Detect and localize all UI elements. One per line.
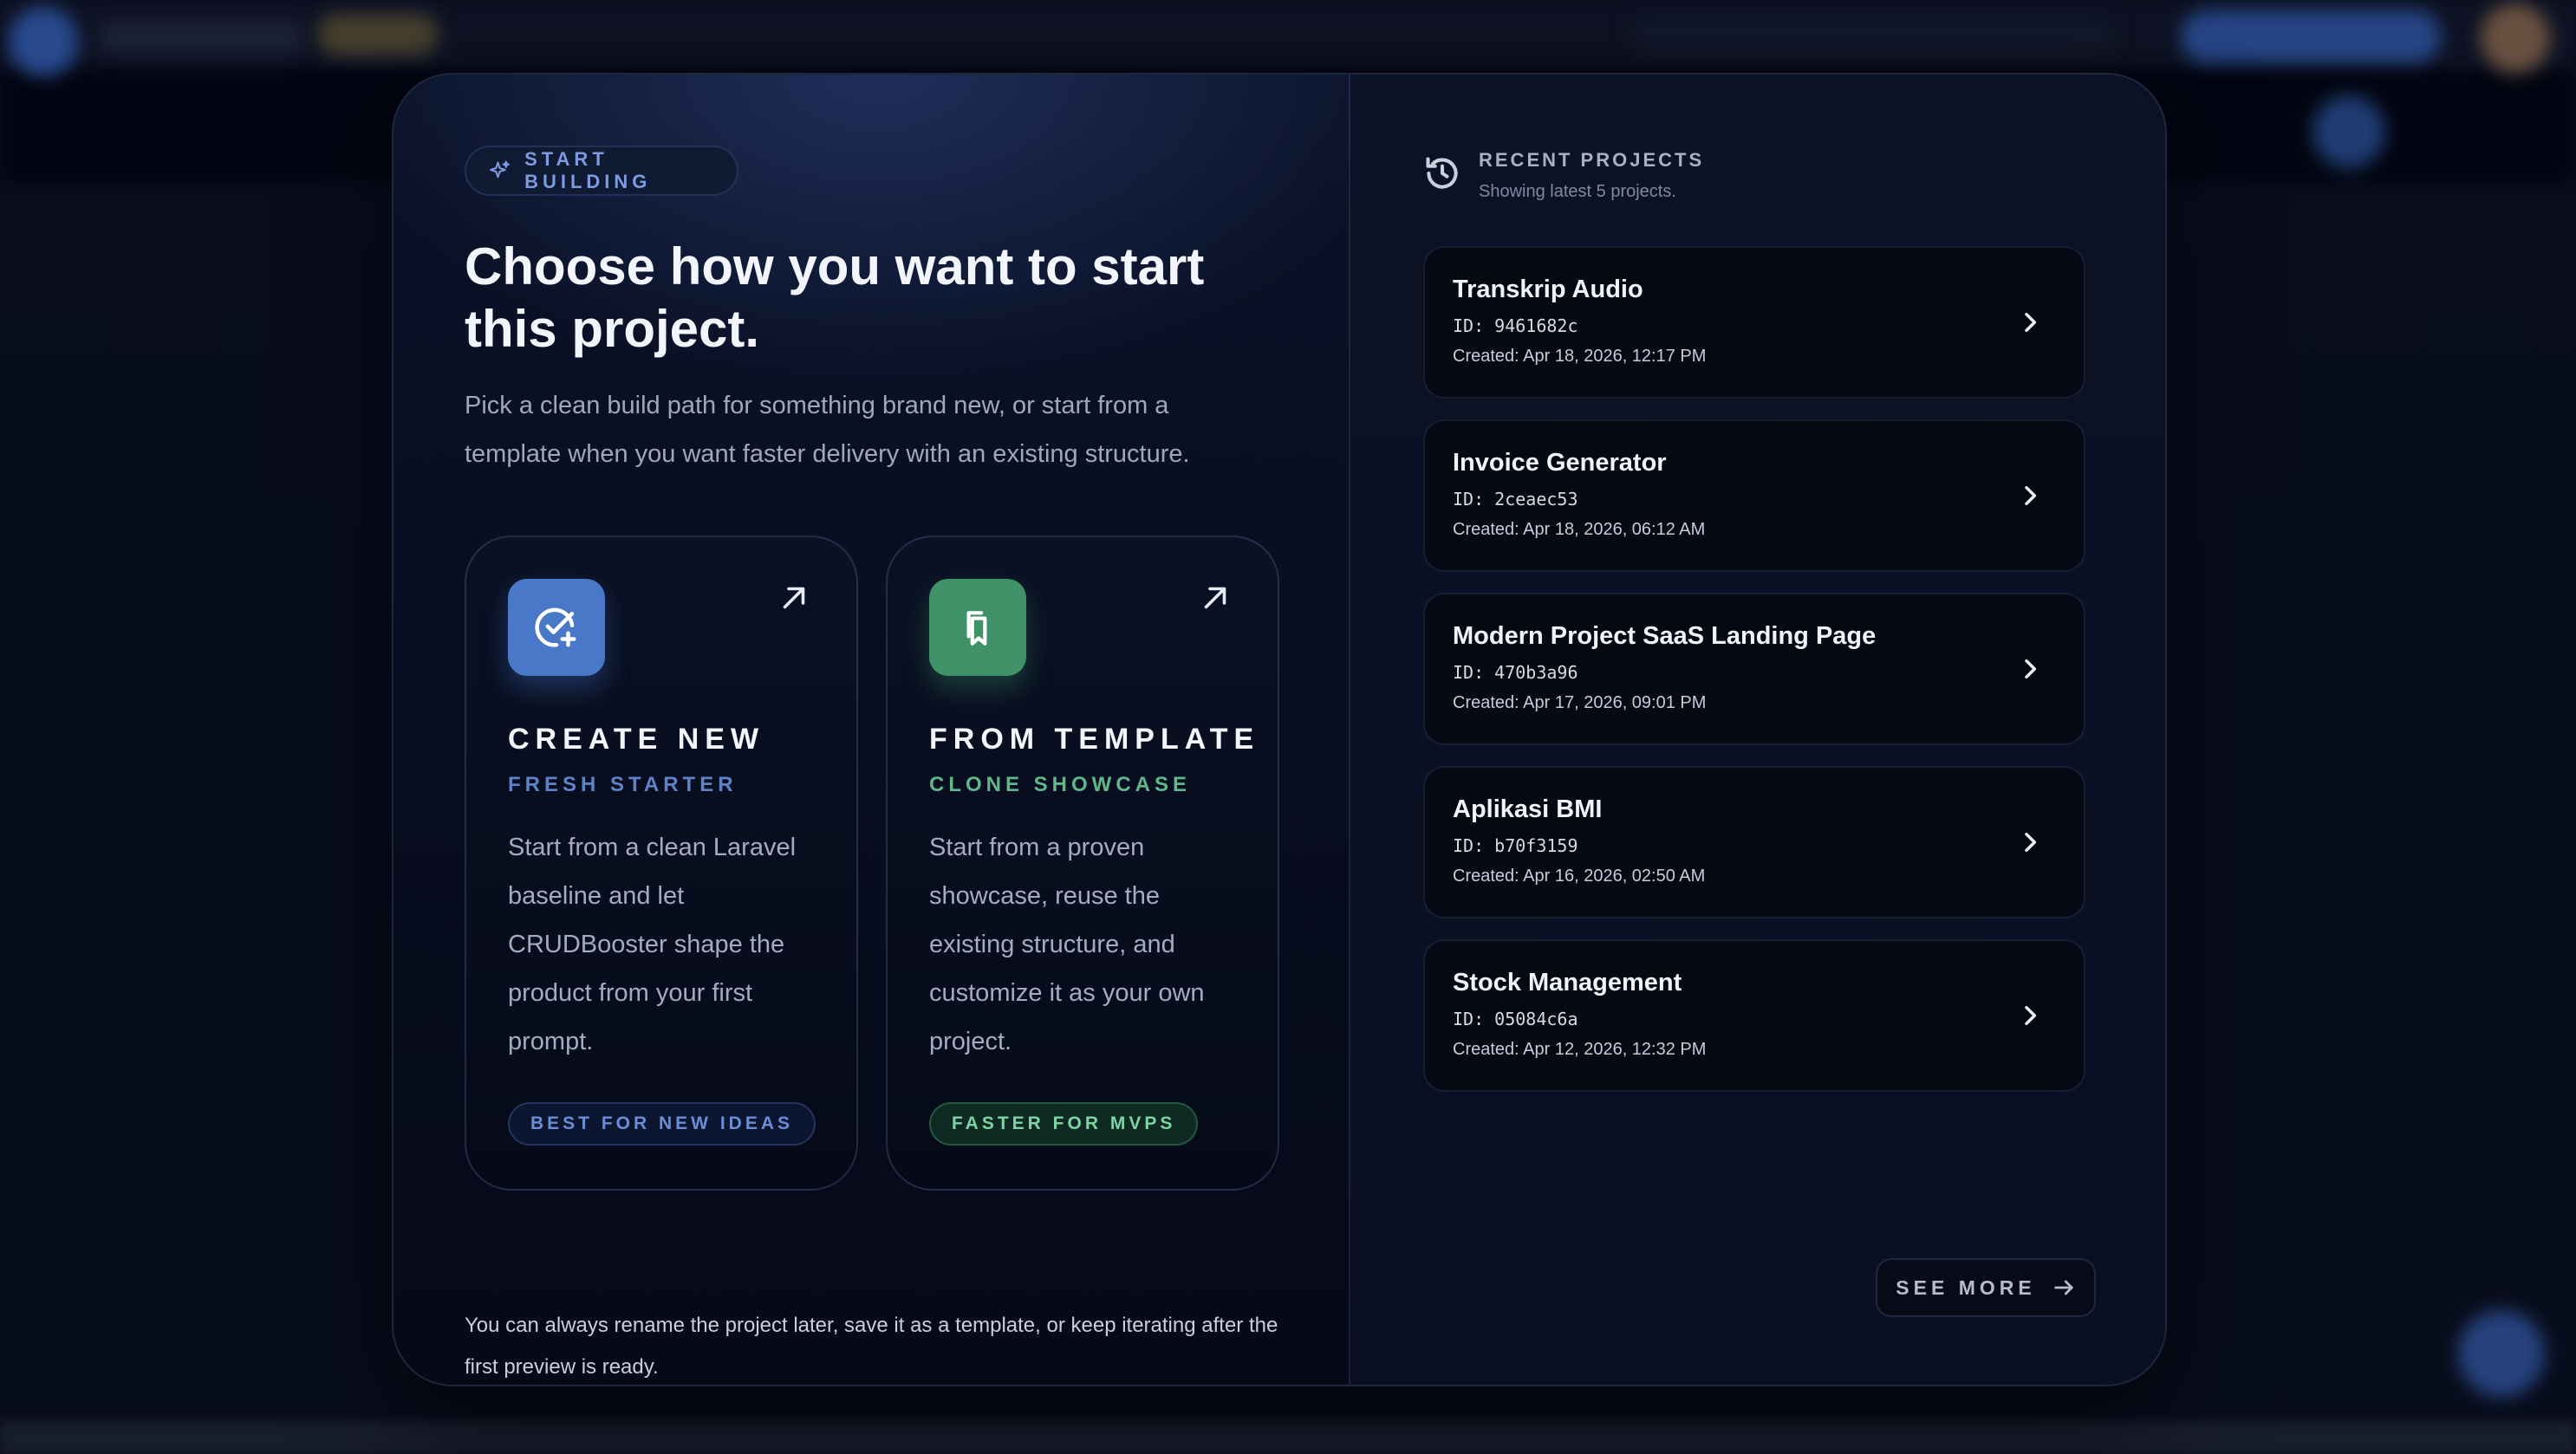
chevron-right-icon: [2025, 485, 2037, 506]
project-id: ID: 470b3a96: [1453, 662, 1578, 683]
project-id: ID: 05084c6a: [1453, 1009, 1578, 1029]
arrow-up-right-icon: [1204, 587, 1226, 609]
chevron-right-icon: [2025, 832, 2037, 853]
page-title: Choose how you want to start this projec…: [465, 237, 1205, 358]
start-options-panel: START BUILDING Choose how you want to st…: [394, 75, 1350, 1385]
project-created: Created: Apr 16, 2026, 02:50 AM: [1453, 867, 1706, 886]
project-id: ID: b70f3159: [1453, 835, 1578, 856]
start-building-badge: START BUILDING: [465, 146, 738, 196]
project-name: Invoice Generator: [1453, 449, 1667, 477]
card-tag: BEST FOR NEW IDEAS: [508, 1102, 816, 1146]
project-item[interactable]: Invoice Generator ID: 2ceaec53 Created: …: [1423, 419, 2085, 572]
project-id: ID: 9461682c: [1453, 315, 1578, 336]
chevron-right-icon: [2025, 312, 2037, 333]
new-project-modal: START BUILDING Choose how you want to st…: [392, 73, 2167, 1386]
project-created: Created: Apr 17, 2026, 09:01 PM: [1453, 693, 1707, 712]
arrow-up-right-icon: [783, 587, 805, 609]
card-subtitle: FRESH STARTER: [508, 773, 738, 796]
card-subtitle: CLONE SHOWCASE: [929, 773, 1192, 796]
footnote: You can always rename the project later,…: [465, 1314, 1278, 1379]
project-id: ID: 2ceaec53: [1453, 489, 1578, 510]
from-template-card[interactable]: FROM TEMPLATE CLONE SHOWCASE Start from …: [886, 536, 1279, 1191]
chevron-right-icon: [2025, 659, 2037, 679]
recent-projects-subtitle: Showing latest 5 projects.: [1479, 182, 1676, 201]
card-title: CREATE NEW: [508, 723, 765, 756]
project-item[interactable]: Modern Project SaaS Landing Page ID: 470…: [1423, 593, 2085, 745]
create-new-icon-tile: [508, 579, 605, 676]
sparkle-icon: [490, 160, 511, 179]
recent-projects-panel: RECENT PROJECTS Showing latest 5 project…: [1350, 75, 2165, 1385]
see-more-button[interactable]: SEE MORE: [1876, 1258, 2096, 1317]
intro-text: Pick a clean build path for something br…: [465, 392, 1190, 468]
recent-projects-title: RECENT PROJECTS: [1479, 149, 1705, 171]
project-created: Created: Apr 12, 2026, 12:32 PM: [1453, 1040, 1707, 1059]
card-description: Start from a proven showcase, reuse the …: [929, 834, 1205, 1055]
project-list: Transkrip Audio ID: 9461682c Created: Ap…: [1423, 246, 2085, 1113]
see-more-label: SEE MORE: [1896, 1275, 2036, 1299]
project-item[interactable]: Aplikasi BMI ID: b70f3159 Created: Apr 1…: [1423, 766, 2085, 918]
create-new-card[interactable]: CREATE NEW FRESH STARTER Start from a cl…: [465, 536, 858, 1191]
card-description: Start from a clean Laravel baseline and …: [508, 834, 797, 1055]
circle-check-plus-icon: [535, 607, 576, 647]
badge-label: START BUILDING: [524, 148, 652, 192]
project-item[interactable]: Transkrip Audio ID: 9461682c Created: Ap…: [1423, 246, 2085, 399]
project-name: Stock Management: [1453, 969, 1682, 996]
project-name: Aplikasi BMI: [1453, 795, 1603, 823]
project-created: Created: Apr 18, 2026, 06:12 AM: [1453, 520, 1706, 539]
arrow-right-icon: [2053, 1280, 2073, 1295]
project-name: Transkrip Audio: [1453, 276, 1643, 303]
project-created: Created: Apr 18, 2026, 12:17 PM: [1453, 347, 1707, 366]
project-item[interactable]: Stock Management ID: 05084c6a Created: A…: [1423, 939, 2085, 1092]
history-icon: [1426, 157, 1458, 189]
from-template-icon-tile: [929, 579, 1026, 676]
bookmarks-icon: [966, 611, 987, 646]
project-name: Modern Project SaaS Landing Page: [1453, 622, 1877, 650]
card-title: FROM TEMPLATE: [929, 723, 1260, 756]
card-tag: FASTER FOR MVPS: [929, 1102, 1199, 1146]
chevron-right-icon: [2025, 1005, 2037, 1026]
